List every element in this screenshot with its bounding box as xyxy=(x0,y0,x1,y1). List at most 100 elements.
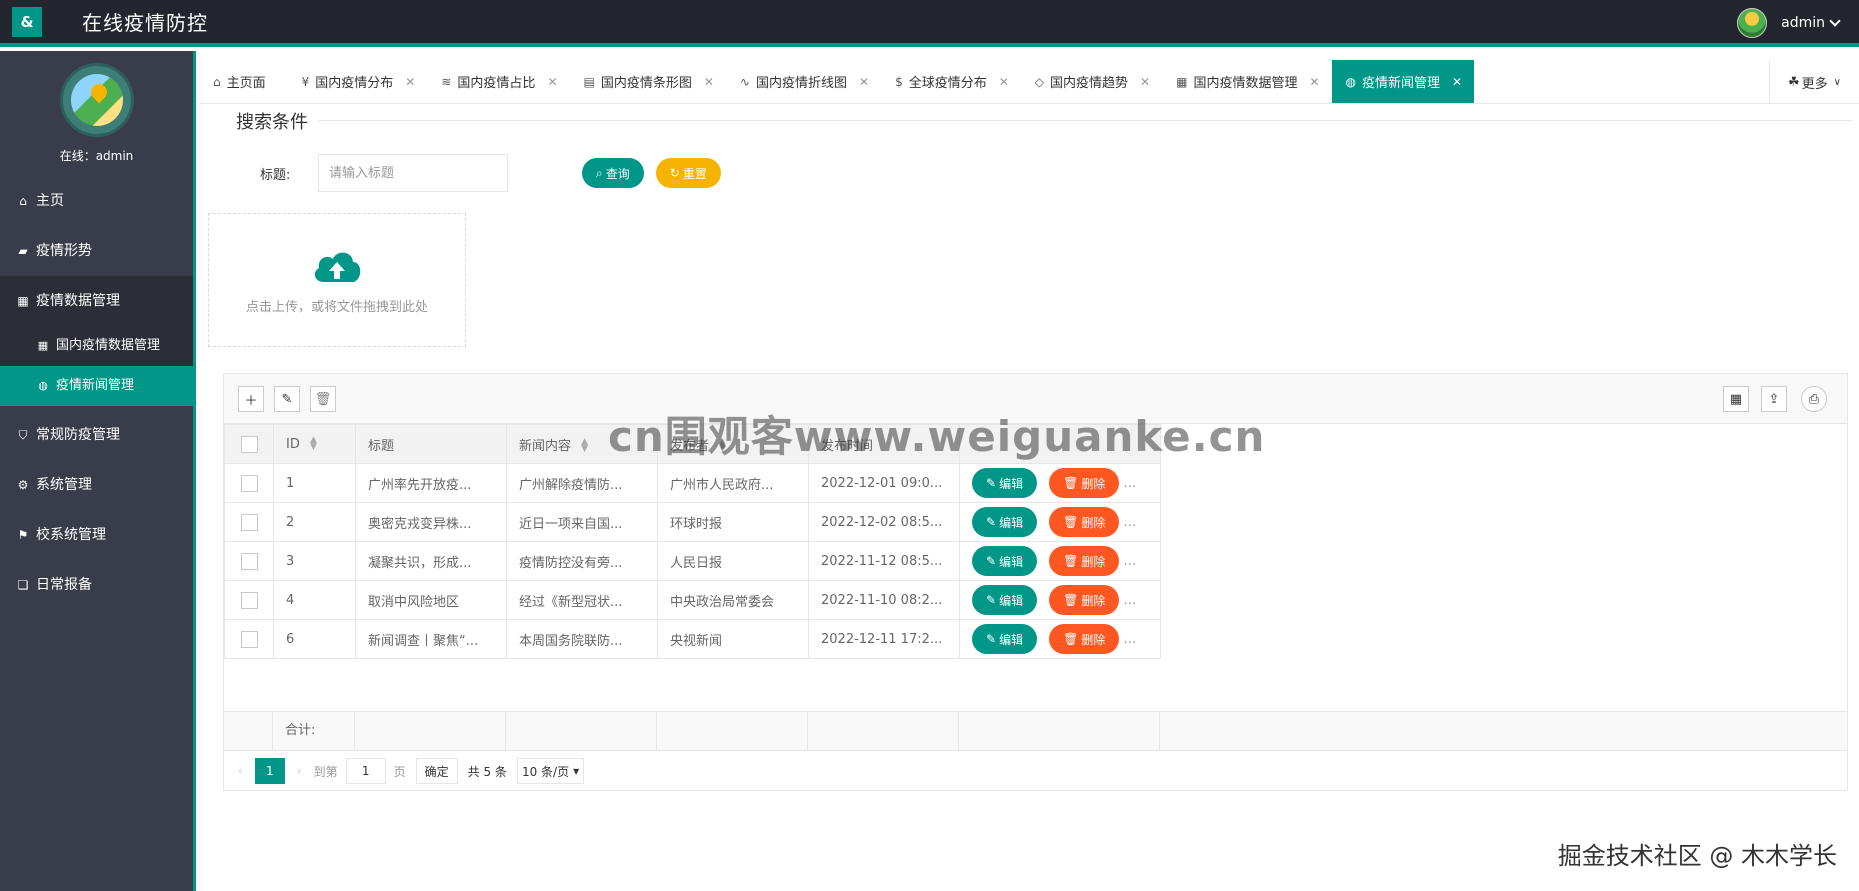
close-icon[interactable]: ✕ xyxy=(547,75,557,89)
prev-page-icon[interactable]: ‹ xyxy=(238,764,243,778)
online-status: 在线：admin xyxy=(59,149,134,163)
total-cell xyxy=(224,712,273,750)
cell-actions: ✎ 编辑 🗑 删除… xyxy=(959,580,1161,620)
close-icon[interactable]: ✕ xyxy=(859,75,869,89)
book-icon: ❏ xyxy=(17,578,29,592)
title-search-input[interactable] xyxy=(318,154,508,192)
tab-domestic-data[interactable]: ▦ 国内疫情数据管理 ✕ xyxy=(1162,60,1331,103)
tab-domestic-distribution[interactable]: ¥ 国内疫情分布 ✕ xyxy=(288,60,428,103)
sidebar-item-home[interactable]: ⌂ 主页 xyxy=(0,176,193,226)
row-select-cell[interactable] xyxy=(224,580,274,620)
add-button[interactable]: ＋ xyxy=(238,386,264,412)
edit-button[interactable]: ✎ 编辑 xyxy=(972,507,1038,537)
sidebar-item-situation[interactable]: ▰ 疫情形势 xyxy=(0,226,193,276)
column-header-id[interactable]: ID ▲ ▼ xyxy=(273,424,356,464)
cell-id: 4 xyxy=(273,580,356,620)
goto-confirm-button[interactable]: 确定 xyxy=(415,758,458,784)
close-icon[interactable]: ✕ xyxy=(405,75,415,89)
table-row[interactable]: 1 广州率先开放疫... 广州解除疫情防... 广州市人民政府... 2022-… xyxy=(224,463,1161,503)
edit-toolbar-button[interactable]: ✎ xyxy=(274,386,300,412)
chevron-down-icon xyxy=(1829,15,1841,27)
delete-button[interactable]: 🗑 删除 xyxy=(1049,624,1120,654)
app-title: 在线疫情防控 xyxy=(82,11,208,35)
avatar[interactable] xyxy=(1737,8,1768,38)
edit-button[interactable]: ✎ 编辑 xyxy=(972,468,1038,498)
search-button[interactable]: ⌕ 查询 xyxy=(582,158,644,188)
export-button[interactable]: ⇪ xyxy=(1761,386,1787,412)
cell-content: 疫情防控没有旁... xyxy=(506,541,658,581)
tab-bar: ⌂ 主页面 ¥ 国内疫情分布 ✕ ≋ 国内疫情占比 ✕ ▤ 国内疫情条形图 ✕ … xyxy=(199,60,1859,104)
close-icon[interactable]: ✕ xyxy=(1452,75,1462,89)
edit-button[interactable]: ✎ 编辑 xyxy=(972,624,1038,654)
sidebar-item-system[interactable]: ⚙ 系统管理 xyxy=(0,460,193,510)
tab-news-management[interactable]: ◍ 疫情新闻管理 ✕ xyxy=(1331,60,1475,103)
tab-domestic-ratio[interactable]: ≋ 国内疫情占比 ✕ xyxy=(427,60,569,103)
row-checkbox[interactable] xyxy=(240,552,258,570)
edit-button[interactable]: ✎ 编辑 xyxy=(972,546,1038,576)
tab-global-distribution[interactable]: $ 全球疫情分布 ✕ xyxy=(881,60,1021,103)
select-all-checkbox[interactable] xyxy=(240,435,258,453)
delete-button[interactable]: 🗑 删除 xyxy=(1049,468,1120,498)
goto-page-input[interactable] xyxy=(345,758,386,784)
app-logo[interactable]: & xyxy=(12,6,42,37)
tab-domestic-line[interactable]: ∿ 国内疫情折线图 ✕ xyxy=(726,60,881,103)
columns-filter-button[interactable]: ▦ xyxy=(1723,386,1749,412)
delete-toolbar-button[interactable]: 🗑 xyxy=(310,386,336,412)
sidebar-item-routine[interactable]: ⛉ 常规防疫管理 xyxy=(0,410,193,460)
tab-domestic-bar[interactable]: ▤ 国内疫情条形图 ✕ xyxy=(570,60,726,103)
more-tabs-button[interactable]: ☘ 更多 ∨ xyxy=(1769,60,1859,104)
sort-icon[interactable]: ▲ ▼ xyxy=(310,436,317,452)
upload-dropzone[interactable]: 点击上传，或将文件拖拽到此处 xyxy=(208,213,466,347)
user-name[interactable]: admin xyxy=(1781,15,1825,31)
row-select-cell[interactable] xyxy=(224,502,274,542)
row-checkbox[interactable] xyxy=(240,474,258,492)
close-icon[interactable]: ✕ xyxy=(999,75,1009,89)
row-select-cell[interactable] xyxy=(224,463,274,503)
close-icon[interactable]: ✕ xyxy=(1140,75,1150,89)
row-checkbox[interactable] xyxy=(240,630,258,648)
sidebar-item-label: 主页 xyxy=(36,193,64,209)
sort-icon[interactable]: ▲ ▼ xyxy=(719,438,726,454)
divider xyxy=(212,120,1852,121)
table-row[interactable]: 4 取消中风险地区 经过《新型冠状... 中央政治局常委会 2022-11-10… xyxy=(224,580,1161,620)
current-page[interactable]: 1 xyxy=(254,758,285,784)
sort-icon[interactable]: ▲ ▼ xyxy=(581,438,588,454)
delete-button[interactable]: 🗑 删除 xyxy=(1049,585,1120,615)
close-icon[interactable]: ✕ xyxy=(704,75,714,89)
tab-label: 主页面 xyxy=(226,76,266,91)
more-label: 更多 xyxy=(1801,76,1828,92)
table-header-row: ID ▲ ▼ 标题 新闻内容 ▲ ▼ 发布者 ▲ ▼ 发布时间 xyxy=(224,424,1161,464)
delete-button[interactable]: 🗑 删除 xyxy=(1049,546,1120,576)
row-checkbox[interactable] xyxy=(240,591,258,609)
sidebar-item-school-system[interactable]: ⚑ 校系统管理 xyxy=(0,510,193,560)
reset-button[interactable]: ↻ 重置 xyxy=(655,158,721,188)
table-row[interactable]: 2 奥密克戎变异株... 近日一项来自国... 环球时报 2022-12-02 … xyxy=(224,502,1161,542)
row-select-cell[interactable] xyxy=(224,619,274,659)
gear-icon: ⚙ xyxy=(17,478,29,492)
sidebar-item-news-management[interactable]: ◍ 疫情新闻管理 xyxy=(0,366,193,406)
select-all-cell[interactable] xyxy=(224,424,274,464)
column-header-publisher[interactable]: 发布者 ▲ ▼ xyxy=(657,424,809,464)
delete-button[interactable]: 🗑 删除 xyxy=(1049,507,1120,537)
trash-icon: 🗑 xyxy=(1063,593,1079,607)
next-page-icon[interactable]: › xyxy=(297,764,302,778)
table-row[interactable]: 6 新闻调查丨聚焦“... 本周国务院联防... 央视新闻 2022-12-11… xyxy=(224,619,1161,659)
cell-title: 凝聚共识，形成... xyxy=(355,541,507,581)
sidebar-item-data-management[interactable]: ▦ 疫情数据管理 xyxy=(0,276,193,326)
user-menu[interactable]: admin xyxy=(1737,8,1841,38)
sidebar-item-daily-report[interactable]: ❏ 日常报备 xyxy=(0,560,193,610)
print-button[interactable]: ⎙ xyxy=(1801,386,1827,412)
edit-button[interactable]: ✎ 编辑 xyxy=(972,585,1038,615)
sidebar-item-domestic-data[interactable]: ▦ 国内疫情数据管理 xyxy=(0,326,193,366)
row-select-cell[interactable] xyxy=(224,541,274,581)
table-row[interactable]: 3 凝聚共识，形成... 疫情防控没有旁... 人民日报 2022-11-12 … xyxy=(224,541,1161,581)
total-label: 合计: xyxy=(273,712,355,750)
trash-icon: 🗑 xyxy=(1063,515,1079,529)
close-icon[interactable]: ✕ xyxy=(1309,75,1319,89)
page-size-select[interactable]: 10 条/页 ▾ xyxy=(516,758,585,784)
tab-home[interactable]: ⌂ 主页面 xyxy=(199,60,288,103)
row-checkbox[interactable] xyxy=(240,513,258,531)
column-header-label: ID xyxy=(286,436,300,452)
tab-domestic-trend[interactable]: ◇ 国内疫情趋势 ✕ xyxy=(1021,60,1162,103)
column-header-content[interactable]: 新闻内容 ▲ ▼ xyxy=(506,424,658,464)
